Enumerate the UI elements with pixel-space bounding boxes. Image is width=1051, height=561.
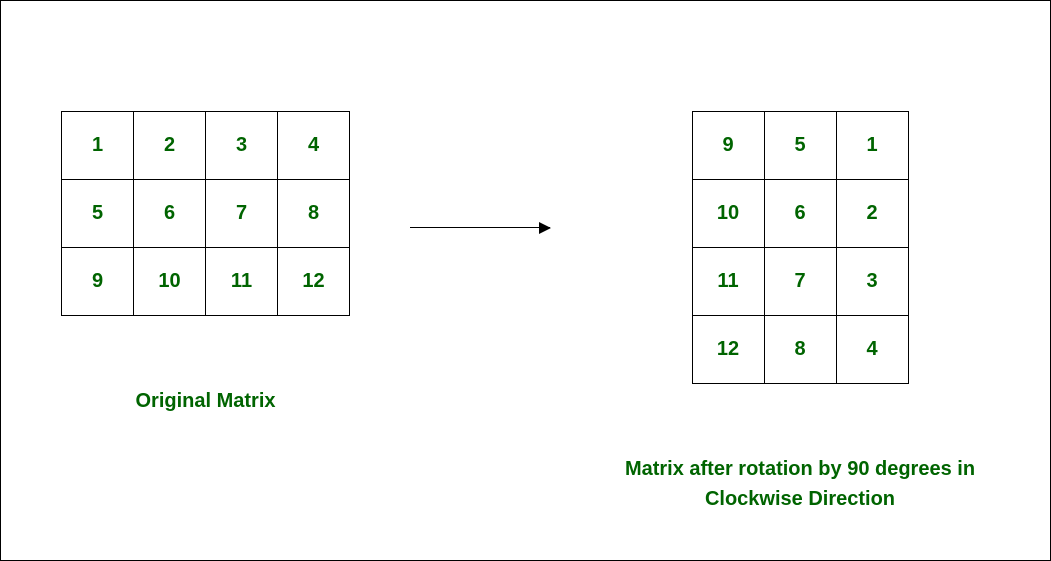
matrix-cell: 12 [278, 248, 350, 316]
matrix-cell: 6 [134, 180, 206, 248]
matrix-cell: 9 [692, 112, 764, 180]
table-row: 11 7 3 [692, 248, 908, 316]
matrix-cell: 8 [278, 180, 350, 248]
table-row: 10 6 2 [692, 180, 908, 248]
matrix-cell: 7 [206, 180, 278, 248]
arrow-right-icon [410, 227, 550, 229]
matrix-cell: 1 [62, 112, 134, 180]
arrow-head [539, 222, 551, 234]
table-row: 9 10 11 12 [62, 248, 350, 316]
matrix-cell: 5 [764, 112, 836, 180]
matrix-cell: 8 [764, 316, 836, 384]
arrow-wrap [410, 111, 550, 315]
table-row: 5 6 7 8 [62, 180, 350, 248]
matrix-cell: 2 [134, 112, 206, 180]
matrix-cell: 1 [836, 112, 908, 180]
table-row: 1 2 3 4 [62, 112, 350, 180]
matrix-cell: 10 [134, 248, 206, 316]
original-matrix-block: 1 2 3 4 5 6 7 8 9 10 11 12 Origi [61, 111, 350, 416]
matrix-cell: 4 [836, 316, 908, 384]
rotated-matrix-block: 9 5 1 10 6 2 11 7 3 12 8 4 [610, 111, 990, 514]
matrix-cell: 12 [692, 316, 764, 384]
matrix-cell: 7 [764, 248, 836, 316]
table-row: 12 8 4 [692, 316, 908, 384]
matrix-cell: 10 [692, 180, 764, 248]
matrix-cell: 9 [62, 248, 134, 316]
matrix-cell: 3 [836, 248, 908, 316]
original-matrix: 1 2 3 4 5 6 7 8 9 10 11 12 [61, 111, 350, 316]
matrix-cell: 5 [62, 180, 134, 248]
matrix-cell: 11 [692, 248, 764, 316]
matrix-cell: 6 [764, 180, 836, 248]
matrix-cell: 4 [278, 112, 350, 180]
diagram-frame: 1 2 3 4 5 6 7 8 9 10 11 12 Origi [0, 0, 1051, 561]
rotated-matrix-caption: Matrix after rotation by 90 degrees in C… [610, 454, 990, 514]
original-matrix-caption: Original Matrix [135, 386, 275, 416]
matrix-cell: 11 [206, 248, 278, 316]
diagram-content: 1 2 3 4 5 6 7 8 9 10 11 12 Origi [1, 1, 1050, 514]
table-row: 9 5 1 [692, 112, 908, 180]
matrix-cell: 2 [836, 180, 908, 248]
rotated-matrix: 9 5 1 10 6 2 11 7 3 12 8 4 [692, 111, 909, 384]
arrow-line [410, 227, 550, 228]
matrix-cell: 3 [206, 112, 278, 180]
